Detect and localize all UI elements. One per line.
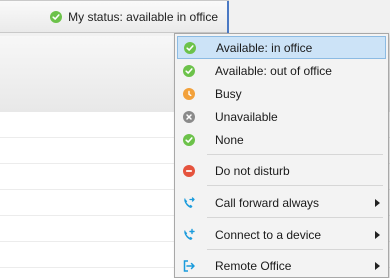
menu-item-available-in-office[interactable]: Available: in office	[177, 36, 386, 59]
remote-office-icon	[177, 259, 201, 273]
menu-item-label: Busy	[215, 86, 242, 101]
menu-item-busy[interactable]: Busy	[177, 82, 386, 105]
status-button-accent	[227, 1, 229, 34]
x-circle-icon	[183, 110, 195, 123]
submenu-arrow-icon	[375, 228, 380, 242]
menu-item-label: Available: in office	[216, 40, 313, 55]
menu-item-unavailable[interactable]: Unavailable	[177, 105, 386, 128]
menu-item-label: Available: out of office	[215, 63, 332, 78]
menu-item-label: Call forward always	[215, 195, 320, 210]
menu-item-call-forward-always[interactable]: Call forward always	[177, 191, 386, 214]
menu-item-label: Do not disturb	[215, 163, 290, 178]
check-circle-icon	[50, 10, 63, 23]
status-menu: Available: in office Available: out of o…	[174, 33, 389, 278]
my-status-button[interactable]: My status: available in office	[0, 0, 229, 34]
menu-item-do-not-disturb[interactable]: Do not disturb	[177, 159, 386, 182]
menu-item-remote-office[interactable]: Remote Office	[177, 254, 386, 277]
phone-forward-icon	[177, 196, 201, 210]
check-circle-icon	[183, 64, 195, 77]
menu-separator	[207, 249, 383, 250]
menu-item-available-out-of-office[interactable]: Available: out of office	[177, 59, 386, 82]
check-circle-icon	[183, 133, 195, 146]
submenu-arrow-icon	[375, 196, 380, 210]
menu-item-label: Unavailable	[215, 109, 278, 124]
menu-item-label: Remote Office	[215, 258, 292, 273]
check-circle-icon	[184, 41, 196, 54]
menu-item-label: None	[215, 132, 244, 147]
menu-separator	[207, 217, 383, 218]
status-label: My status: available in office	[68, 9, 218, 24]
minus-circle-icon	[183, 164, 195, 177]
menu-separator	[207, 185, 383, 186]
menu-item-label: Connect to a device	[215, 227, 322, 242]
menu-separator	[207, 154, 383, 155]
menu-item-connect-to-device[interactable]: Connect to a device	[177, 223, 386, 246]
submenu-arrow-icon	[375, 259, 380, 273]
phone-add-icon	[177, 228, 201, 242]
menu-item-none[interactable]: None	[177, 128, 386, 151]
clock-icon	[183, 87, 195, 100]
